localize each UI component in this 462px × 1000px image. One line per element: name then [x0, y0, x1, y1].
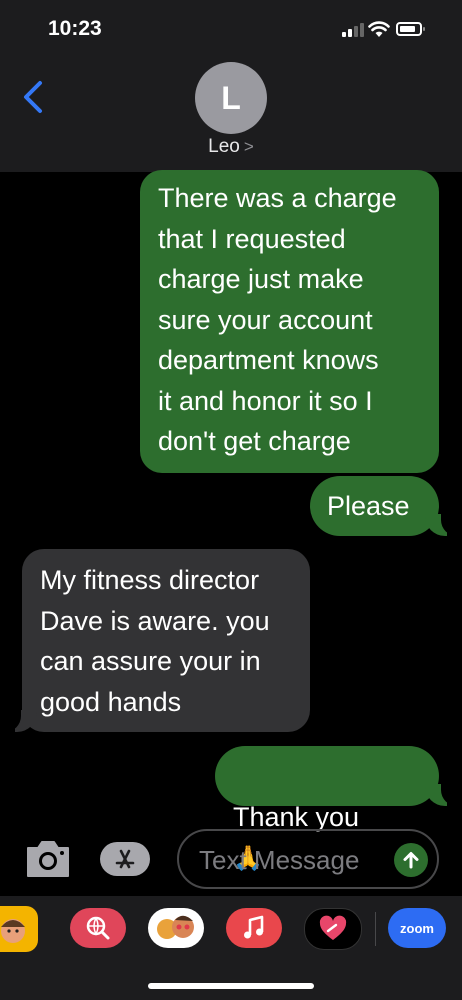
memoji-icon[interactable]	[0, 906, 38, 952]
cellular-signal-icon	[342, 23, 364, 37]
message-bubble-outgoing[interactable]: There was a charge that I requested char…	[140, 170, 439, 473]
stickers-faces-icon	[157, 915, 194, 939]
contact-avatar[interactable]: L	[195, 62, 267, 134]
arrow-up-icon	[403, 852, 419, 869]
zoom-app-icon[interactable]: zoom	[388, 908, 446, 948]
status-time: 10:23	[48, 17, 102, 40]
back-button[interactable]	[20, 80, 48, 114]
battery-icon	[396, 22, 425, 36]
music-note-icon	[244, 915, 264, 939]
home-indicator[interactable]	[148, 983, 314, 989]
memoji-face-icon	[1, 919, 25, 943]
heart-icon	[319, 915, 347, 940]
contact-name: Leo	[208, 136, 240, 157]
globe-search-icon	[86, 916, 110, 940]
app-store-button[interactable]	[100, 842, 150, 876]
conversation-header: 10:23 L Leo >	[0, 0, 462, 172]
message-input-placeholder: Text Message	[199, 845, 360, 875]
wifi-icon	[368, 21, 390, 37]
send-button[interactable]	[394, 843, 428, 877]
camera-button[interactable]	[24, 838, 72, 880]
bubble-tail	[425, 778, 461, 806]
zoom-label: zoom	[400, 920, 434, 936]
chevron-right-icon: >	[243, 137, 254, 156]
digital-touch-icon[interactable]	[304, 908, 362, 950]
message-text: Thank you	[233, 801, 360, 832]
avatar-initial: L	[221, 79, 241, 116]
message-bubble-incoming[interactable]: My fitness director Dave is aware. you c…	[22, 549, 310, 732]
music-icon[interactable]	[226, 908, 282, 948]
drawer-divider	[375, 912, 376, 946]
message-bubble-outgoing[interactable]: Please	[310, 476, 439, 536]
app-store-icon	[115, 849, 135, 869]
message-bubble-outgoing[interactable]: Thank you 🙏	[215, 746, 439, 872]
contact-name-button[interactable]: Leo >	[0, 136, 462, 158]
image-search-icon[interactable]	[70, 908, 126, 948]
message-input[interactable]: Text Message	[177, 829, 439, 889]
memoji-stickers-icon[interactable]	[148, 908, 204, 948]
bubble-tail	[425, 508, 461, 536]
